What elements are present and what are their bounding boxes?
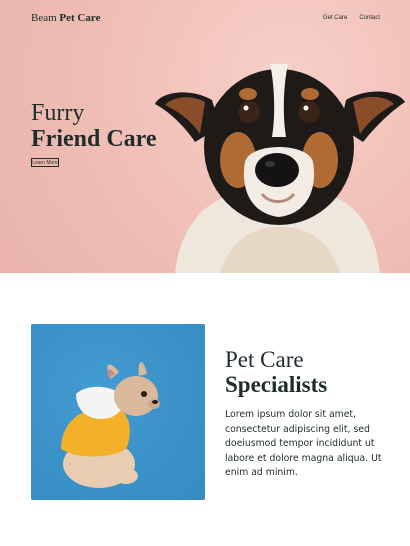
nav-link-contact[interactable]: Contact <box>359 15 380 21</box>
nav-links: Get Care Contact <box>323 15 380 21</box>
brand-logo[interactable]: Beam Pet Care <box>31 12 100 24</box>
section-title: Pet Care Specialists <box>225 348 327 396</box>
hero-title-line2: Friend Care <box>31 126 157 152</box>
french-bulldog-photo <box>31 324 205 500</box>
nav-link-get-care[interactable]: Get Care <box>323 15 347 21</box>
hero-title-line1: Furry <box>31 100 85 126</box>
top-navigation: Beam Pet Care Get Care Contact <box>0 0 410 36</box>
brand-strong: Pet Care <box>59 12 101 24</box>
section-title-line2: Specialists <box>225 372 328 397</box>
learn-more-button[interactable]: Learn More <box>31 158 59 167</box>
section-body-text: Lorem ipsum dolor sit amet, consectetur … <box>225 409 382 478</box>
section-title-line1: Pet Care <box>225 347 304 372</box>
hero-title: Furry Friend Care <box>31 101 157 151</box>
hero-dog-image <box>155 64 405 273</box>
brand-prefix: Beam <box>31 12 57 24</box>
hero-section: Beam Pet Care Get Care Contact Furry Fri… <box>0 0 410 273</box>
specialists-image <box>31 324 205 500</box>
